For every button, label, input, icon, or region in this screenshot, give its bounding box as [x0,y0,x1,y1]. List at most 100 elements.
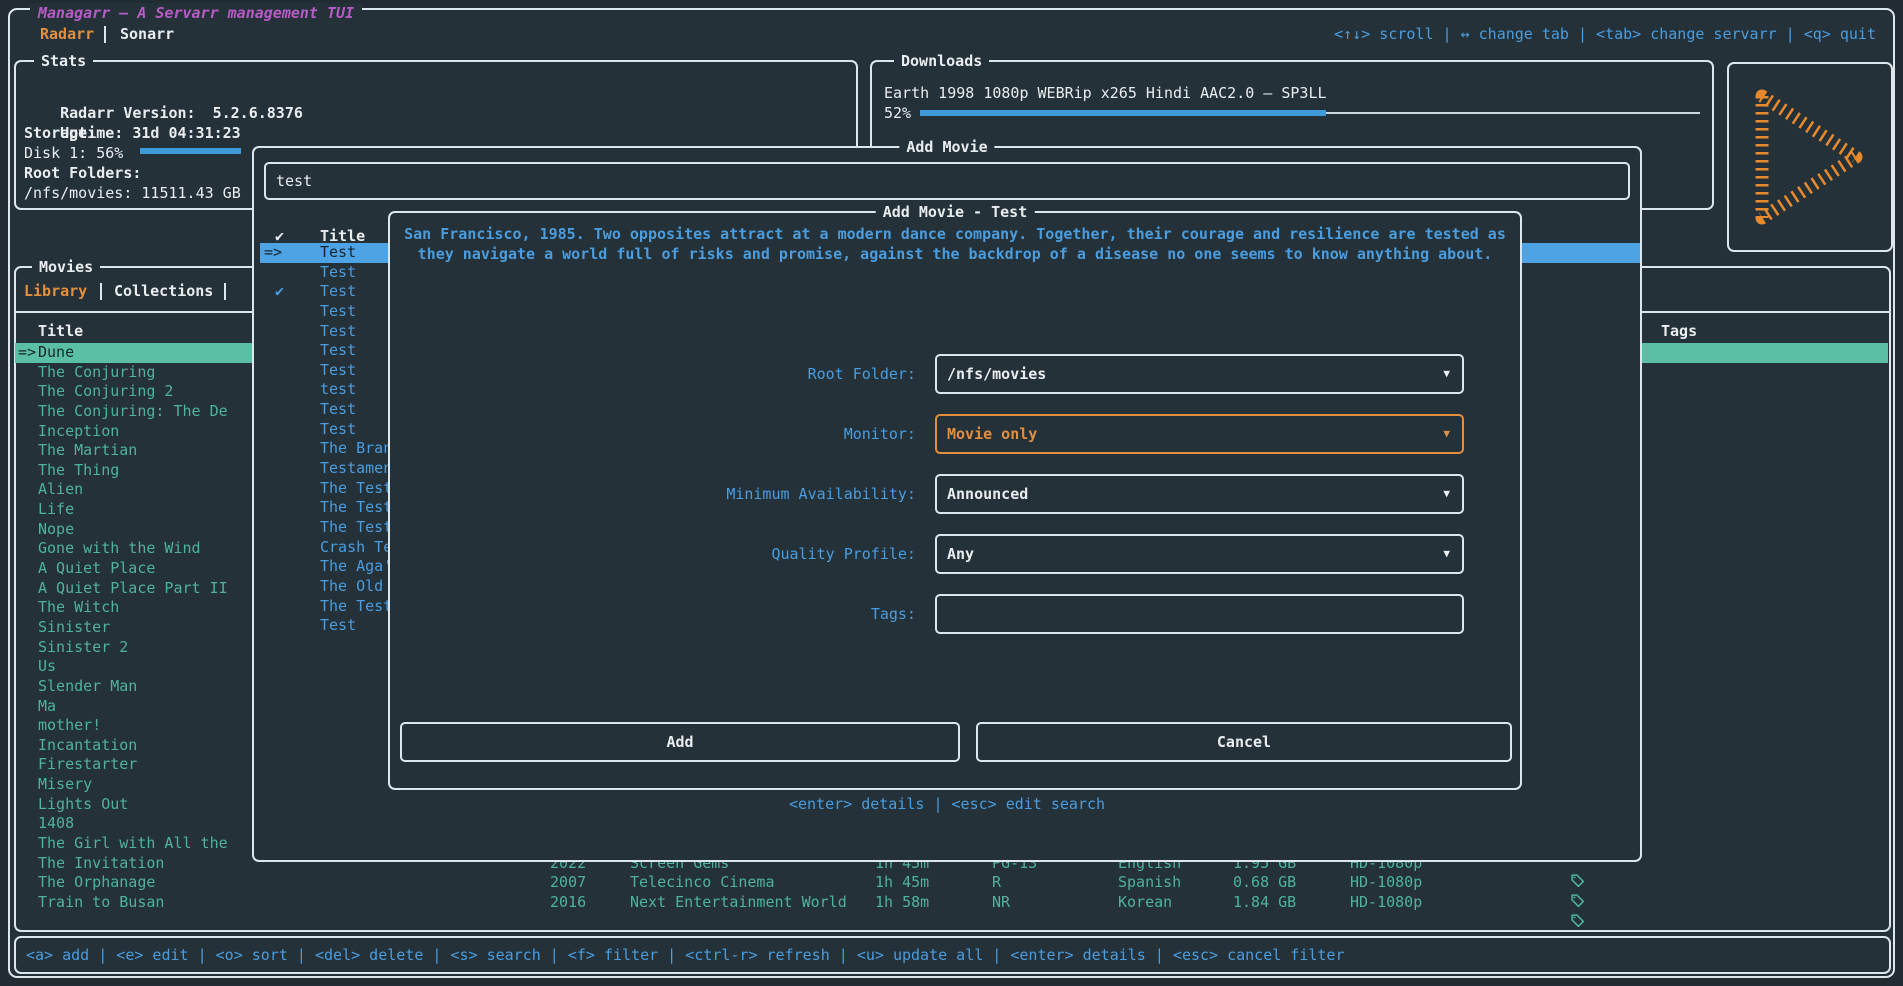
movie-cell-title: Train to Busan [38,893,164,913]
result-title: Test [320,420,356,440]
movie-cell-title: The Martian [38,441,137,461]
movie-cell-size: 0.68 GB [1233,873,1296,893]
field-value: Announced [947,476,1028,512]
movie-cell-arrow: => [18,343,36,363]
top-keybind-hints: <↑↓> scroll | ↔ change tab | <tab> chang… [1334,24,1876,44]
form-field-quality-profile: Quality Profile: Any ▼ [390,534,1520,574]
chevron-down-icon: ▼ [1443,356,1450,392]
field-value: /nfs/movies [947,356,1046,392]
stats-uptime-value: 31d 04:31:23 [132,124,240,142]
monitored-check-icon: ✔ [275,282,284,302]
stats-rootfolders-label: Root Folders: [24,163,141,183]
movie-cell-title: The Conjuring [38,363,155,383]
managarr-play-logo-icon [1744,78,1876,236]
field-input[interactable] [935,594,1464,634]
cancel-button[interactable]: Cancel [976,722,1512,762]
window-title: Managarr – A Servarr management TUI [30,3,362,23]
movie-cell-rating: R [992,873,1001,893]
movie-cell-title: Us [38,657,56,677]
tab-radarr[interactable]: Radarr [40,24,94,44]
field-label: Root Folder: [390,354,925,394]
tab-collections[interactable]: Collections [114,281,213,301]
movie-cell-title: A Quiet Place [38,559,155,579]
movie-cell-title: 1408 [38,814,74,834]
result-title: Test [320,616,356,636]
movie-cell-title: Sinister 2 [38,638,128,658]
result-title: The Bran [320,439,392,459]
movie-cell-title: The Girl with All the [38,834,228,854]
movie-row[interactable]: Train to Busan 2016 Next Entertainment Wor… [15,893,1888,913]
stats-panel-title: Stats [34,51,93,71]
movie-cell-title: Nope [38,520,74,540]
movie-cell-title: The Conjuring: The De [38,402,228,422]
chevron-down-icon: ▼ [1443,416,1450,452]
result-title: Test [320,341,356,361]
managarr-tui-screen: Managarr – A Servarr management TUI Rada… [0,0,1903,986]
add-movie-popup-title: Add Movie [899,137,994,157]
result-title: The Old [320,577,383,597]
field-label: Quality Profile: [390,534,925,574]
result-title: The Aga' [320,557,392,577]
stats-rootfolder-value: /nfs/movies: 11511.43 GB [24,183,241,203]
result-title: Testamen [320,459,392,479]
movies-column-tags: Tags [1661,321,1697,341]
chevron-down-icon: ▼ [1443,476,1450,512]
result-title: The Test [320,479,392,499]
bottom-keybind-hints: <a> add | <e> edit | <o> sort | <del> de… [26,945,1345,965]
stats-storage-label: Storage: [24,123,96,143]
movie-cell-quality: HD-1080p [1350,873,1422,893]
field-select[interactable]: Movie only ▼ [935,414,1464,454]
movie-cell-title: Ma [38,697,56,717]
chevron-down-icon: ▼ [1443,536,1450,572]
result-title: The Test [320,597,392,617]
movie-row[interactable]: The Orphanage 2007 Telecinco Cinema 1h 45m R… [15,873,1888,893]
movie-cell-studio: Telecinco Cinema [630,873,775,893]
movie-search-input[interactable]: test [276,171,312,191]
selection-arrow: => [264,243,282,263]
field-value: Any [947,536,974,572]
tab-library[interactable]: Library [24,281,87,301]
result-title: test [320,380,356,400]
download-item[interactable]: Earth 1998 1080p WEBRip x265 Hindi AAC2.… [884,83,1327,103]
field-select[interactable]: Announced ▼ [935,474,1464,514]
disk-usage-fill [140,148,241,154]
field-label: Minimum Availability: [390,474,925,514]
add-movie-modal-title: Add Movie - Test [876,202,1035,222]
field-label: Tags: [390,594,925,634]
downloads-panel-title: Downloads [894,51,989,71]
movie-cell-title: The Conjuring 2 [38,382,173,402]
movie-overview: San Francisco, 1985. Two opposites attra… [402,225,1508,264]
movie-cell-title: Alien [38,480,83,500]
form-field-tags: Tags: [390,594,1520,634]
collections-tab-separator [224,283,226,300]
tab-separator [104,26,106,43]
field-value: Movie only [947,416,1037,452]
movie-cell-title: The Orphanage [38,873,155,893]
movie-cell-size: 1.84 GB [1233,893,1296,913]
add-button[interactable]: Add [400,722,960,762]
form-field-monitor: Monitor: Movie only▼ [390,414,1520,454]
result-title: Test [320,243,356,263]
movie-cell-title: Gone with the Wind [38,539,201,559]
tag-icon [1570,913,1585,928]
movies-column-title: Title [38,321,83,341]
result-title: Test [320,282,356,302]
field-select[interactable]: Any ▼ [935,534,1464,574]
download-progressbar [920,110,1700,116]
result-title: Test [320,263,356,283]
movie-cell-year: 2007 [550,873,586,893]
movie-cell-runtime: 1h 45m [875,873,929,893]
movie-cell-studio: Next Entertainment World [630,893,847,913]
result-title: Test [320,302,356,322]
movie-cell-rating: NR [992,893,1010,913]
movie-cell-year: 2016 [550,893,586,913]
field-select[interactable]: /nfs/movies ▼ [935,354,1464,394]
movie-cell-title: Lights Out [38,795,128,815]
movie-cell-language: Korean [1118,893,1172,913]
movie-cell-title: mother! [38,716,101,736]
movie-search-box [264,162,1630,200]
download-percent-label: 52% [884,103,911,123]
tab-sonarr[interactable]: Sonarr [120,24,174,44]
form-field-minimum-availability: Minimum Availability: Announced ▼ [390,474,1520,514]
result-title: The Test [320,498,392,518]
